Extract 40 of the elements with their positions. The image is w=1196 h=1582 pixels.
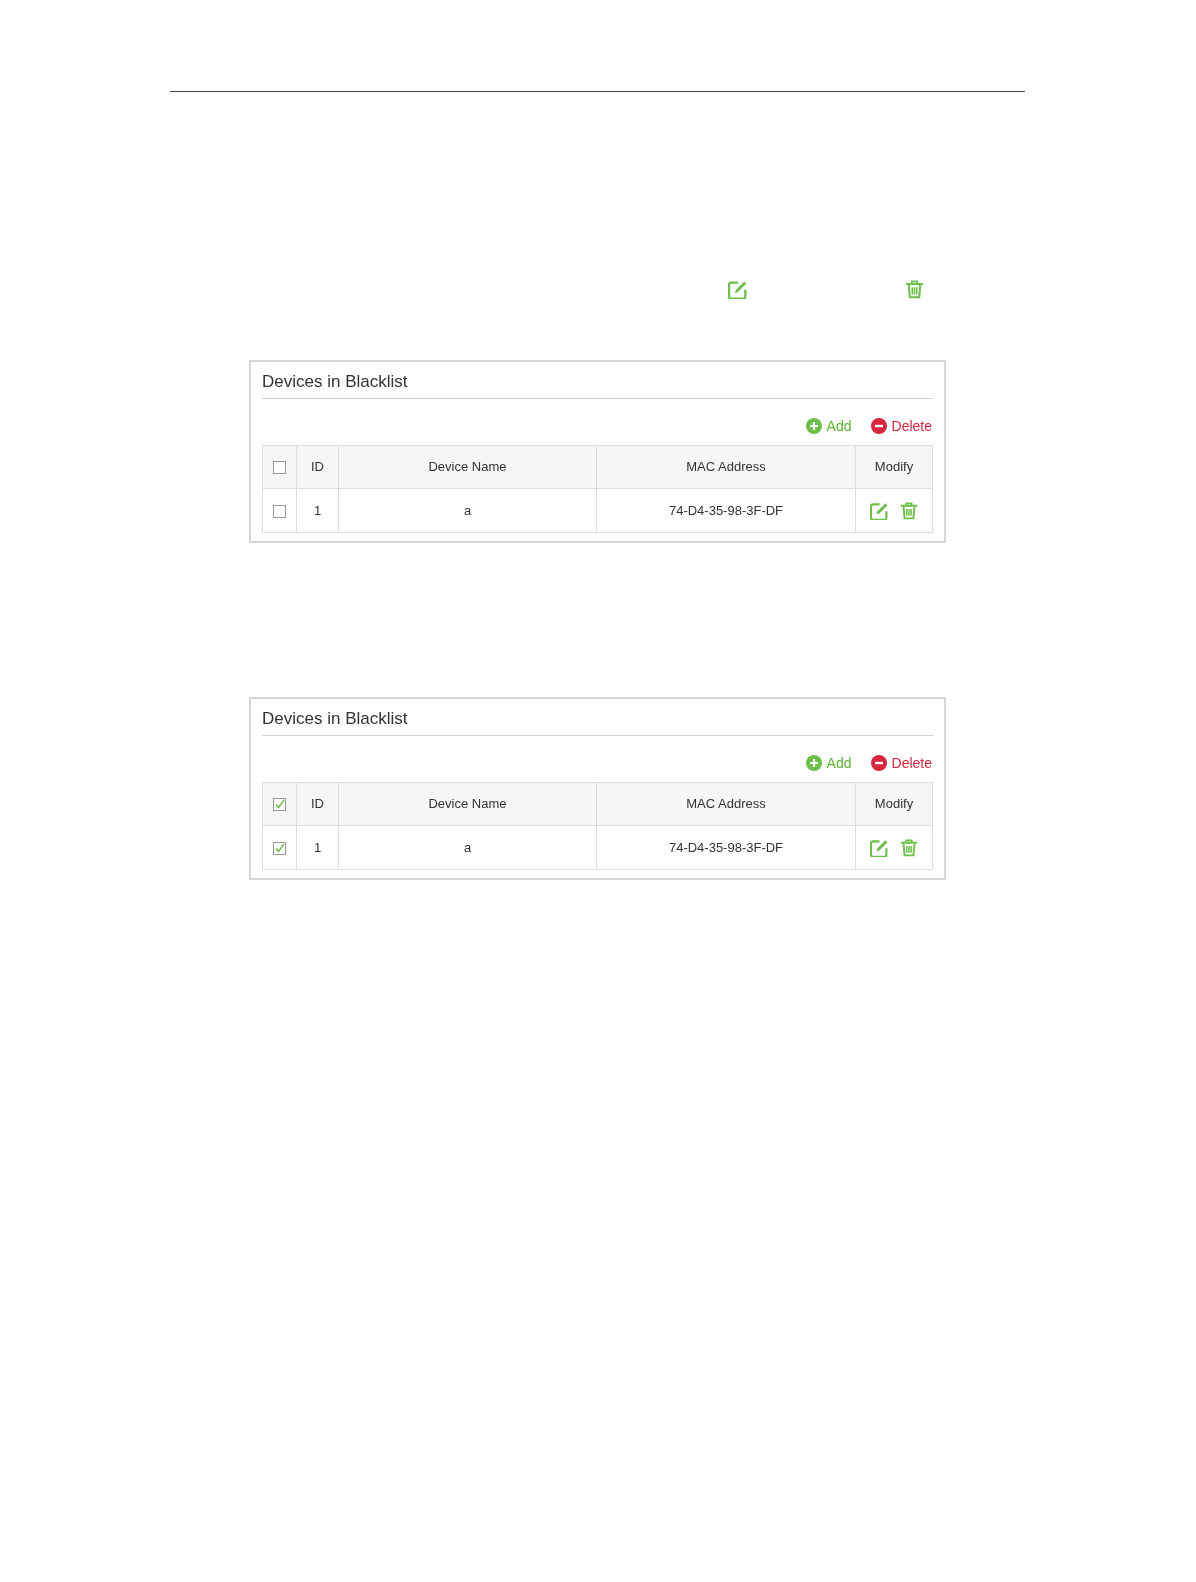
table-cell: 74-D4-35-98-3F-DF [596,825,856,870]
column-header: MAC Address [596,782,856,826]
delete-row-button[interactable] [900,838,918,857]
pencil-icon [728,280,747,299]
column-header: ID [296,445,339,489]
edit-button[interactable] [870,501,888,520]
checkbox[interactable] [273,841,286,855]
table-cell: 74-D4-35-98-3F-DF [596,488,856,533]
edit-button[interactable] [870,838,888,857]
column-header: Modify [855,445,933,489]
check-icon [274,842,285,854]
table-cell: 1 [296,825,339,870]
trash-icon [900,838,918,857]
add-button[interactable]: Add [805,416,852,436]
column-header: ID [296,782,339,826]
column-header: Modify [855,782,933,826]
check-icon [274,799,285,811]
column-header: MAC Address [596,445,856,489]
panel-title: Devices in Blacklist [262,371,408,393]
column-header: Device Name [338,445,597,489]
minus-circle-icon [870,418,887,434]
pencil-icon [870,838,888,857]
pencil-icon [870,501,888,520]
table-cell: 1 [296,488,339,533]
trash-icon [905,280,924,299]
checkbox[interactable] [273,798,286,812]
column-header: Device Name [338,782,597,826]
minus-circle-icon [870,755,887,771]
panel-title: Devices in Blacklist [262,708,408,730]
delete-row-button[interactable] [900,501,918,520]
table-cell: a [338,825,597,870]
plus-circle-icon [805,418,822,434]
table-cell: a [338,488,597,533]
delete-button[interactable]: Delete [870,753,932,773]
trash-icon [900,501,918,520]
checkbox[interactable] [273,461,286,475]
add-button[interactable]: Add [805,753,852,773]
checkbox[interactable] [273,504,286,518]
delete-button[interactable]: Delete [870,416,932,436]
plus-circle-icon [805,755,822,771]
